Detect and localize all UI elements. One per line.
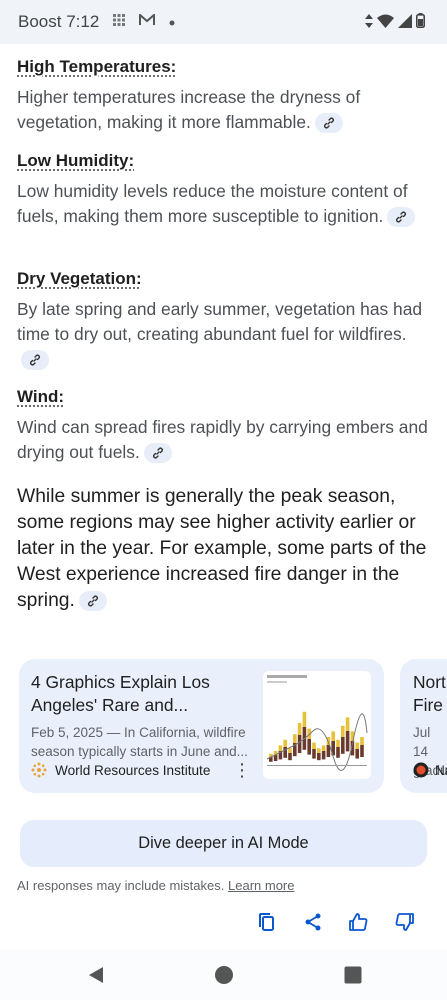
list-item: Wind: Wind can spread fires rapidly by c… [17, 387, 432, 464]
item-heading: Wind: [17, 387, 65, 406]
source-logo-icon [413, 762, 429, 778]
recents-square-icon [344, 966, 362, 984]
wifi-icon [377, 14, 394, 33]
list-item: Low Humidity: Low humidity levels reduce… [17, 151, 432, 228]
item-text: Higher temperatures increase the dryness… [17, 87, 361, 132]
more-options-icon[interactable]: ⋮ [233, 760, 251, 781]
thumb-bar-yellow [321, 745, 326, 751]
thumb-bar-yellow [331, 731, 335, 741]
source-card[interactable]: 4 Graphics Explain Los Angeles' Rare and… [19, 659, 384, 793]
wri-logo-icon [31, 762, 47, 778]
system-nav-bar [0, 950, 447, 1000]
card-source: World Resources Institute [31, 762, 210, 778]
link-icon [323, 117, 334, 129]
grid-icon [113, 13, 126, 31]
copy-icon [258, 912, 274, 931]
thumb-bar-dark [288, 753, 292, 761]
battery-icon [416, 13, 426, 33]
thumb-bar-yellow [341, 725, 345, 737]
thumb-bar-yellow [278, 745, 283, 751]
thumbs-up-icon [349, 912, 368, 931]
back-triangle-icon [89, 967, 103, 983]
thumb-bar-dark [307, 739, 311, 755]
source-link-chip[interactable] [78, 590, 107, 611]
thumb-bar-dark [336, 747, 340, 758]
thumb-bar-dark [283, 747, 287, 758]
summary-paragraph: While summer is generally the peak seaso… [17, 484, 437, 614]
dot-icon [169, 13, 175, 31]
data-arrows-icon [365, 13, 373, 33]
thumbs-up-button[interactable] [347, 910, 370, 933]
item-heading: Dry Vegetation: [17, 269, 142, 288]
summary-text: While summer is generally the peak seaso… [17, 486, 427, 611]
status-bar: Boost 7:12 [0, 0, 447, 44]
source-link-chip[interactable] [143, 443, 172, 463]
thumb-bar-dark [321, 751, 326, 760]
source-link-chip[interactable] [387, 207, 416, 227]
signal-icon [398, 13, 412, 33]
item-heading: Low Humidity: [17, 151, 135, 170]
thumb-bar-yellow [283, 739, 287, 747]
card-thumbnail-chart [263, 671, 371, 779]
thumb-bar-yellow [297, 723, 302, 735]
item-text: Low humidity levels reduce the moisture … [17, 181, 408, 226]
card-snippet: Feb 5, 2025 — In California, wildfire se… [31, 725, 248, 759]
disclaimer-text: AI responses may include mistakes. [17, 878, 225, 893]
thumb-bar-yellow [302, 711, 307, 727]
thumb-bar-dark [312, 749, 316, 759]
thumb-bar-yellow [360, 737, 364, 745]
list-item: Dry Vegetation: By late spring and early… [17, 269, 432, 371]
source-card[interactable]: Nort Fire Jul 14 gradu Na [400, 659, 447, 793]
item-text: By late spring and early summer, vegetat… [17, 299, 423, 344]
thumb-bar-yellow [345, 717, 350, 731]
card-title: Nort Fire [413, 672, 446, 715]
link-icon [152, 447, 163, 459]
source-name: Na [435, 762, 447, 778]
status-time: Boost 7:12 [18, 12, 100, 31]
item-heading: High Temperatures: [17, 57, 177, 76]
thumb-bar-yellow [288, 748, 292, 753]
thumb-bar-dark [345, 731, 350, 752]
feedback-actions [255, 910, 416, 933]
gmail-icon [139, 12, 156, 31]
thumb-bar-dark [360, 745, 364, 757]
thumb-bar-yellow [293, 734, 297, 743]
item-text: Wind can spread fires rapidly by carryin… [17, 417, 428, 462]
thumb-bar-dark [355, 749, 359, 759]
thumbs-down-icon [395, 912, 414, 931]
link-icon [30, 354, 40, 366]
dive-deeper-button[interactable]: Dive deeper in AI Mode [20, 820, 427, 867]
home-circle-icon [215, 966, 233, 984]
back-button[interactable] [86, 965, 106, 985]
link-icon [396, 211, 407, 223]
thumb-bar-dark [297, 735, 302, 753]
card-source: Na [413, 762, 447, 778]
copy-button[interactable] [255, 910, 278, 933]
thumb-bar-dark [341, 737, 345, 754]
thumb-bar-dark [317, 753, 321, 761]
learn-more-link[interactable]: Learn more [228, 878, 294, 893]
thumb-bar-yellow [317, 748, 321, 753]
thumb-bar-yellow [336, 739, 340, 747]
source-link-chip[interactable] [314, 113, 343, 133]
card-title: 4 Graphics Explain Los Angeles' Rare and… [31, 672, 210, 715]
source-link-chip[interactable] [21, 349, 49, 370]
source-name: World Resources Institute [55, 762, 211, 778]
disclaimer: AI responses may include mistakes. Learn… [17, 878, 294, 893]
share-icon [305, 913, 320, 930]
list-item: High Temperatures: Higher temperatures i… [17, 57, 432, 134]
home-button[interactable] [214, 965, 234, 985]
share-button[interactable] [301, 910, 324, 933]
link-icon [87, 595, 98, 607]
answer-content: High Temperatures: Higher temperatures i… [0, 44, 447, 950]
thumb-bar-yellow [355, 742, 359, 749]
thumbs-down-button[interactable] [393, 910, 416, 933]
thumb-bar-yellow [312, 742, 316, 749]
thumb-bar-dark [273, 755, 278, 761]
recents-button[interactable] [343, 965, 363, 985]
